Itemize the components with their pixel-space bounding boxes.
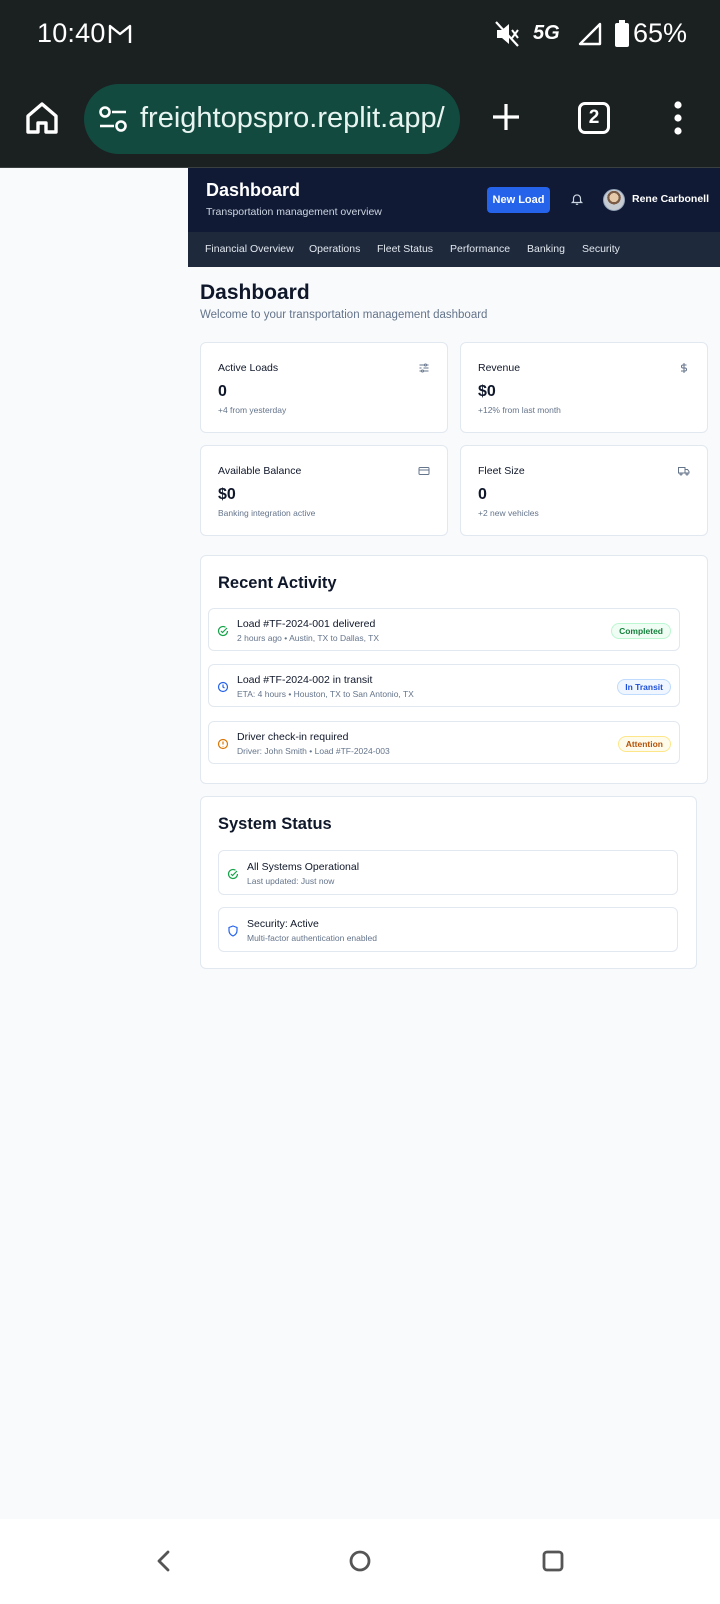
stat-note: +2 new vehicles [478,508,539,518]
stat-card-revenue: Revenue $0 +12% from last month [460,342,708,433]
stat-value: $0 [478,383,496,400]
mute-icon [494,20,520,53]
clock-icon [217,680,229,698]
status-badge: Attention [617,736,671,752]
battery-icon [614,20,630,53]
header-title: Dashboard [206,180,301,200]
nav-fleet-status[interactable]: Fleet Status [377,243,433,255]
status-title: All Systems Operational [247,861,360,873]
sidebar-area [0,168,188,1519]
signal-icon [578,22,602,51]
url-text[interactable]: freightopspro.replit.app/ [140,102,445,135]
check-circle-icon [227,867,239,885]
status-item: All Systems Operational Last updated: Ju… [218,850,678,895]
app-header: Dashboard Transportation management over… [188,168,720,232]
stat-note: Banking integration active [218,508,316,518]
stat-card-available-balance: Available Balance $0 Banking integration… [200,445,448,536]
header-subtitle: Transportation management overview [206,206,382,218]
dollar-icon [678,361,690,379]
back-icon[interactable] [152,1549,176,1578]
stat-label: Available Balance [218,465,302,477]
stat-card-fleet-size: Fleet Size 0 +2 new vehicles [460,445,708,536]
activity-item[interactable]: Load #TF-2024-002 in transit ETA: 4 hour… [208,664,680,707]
stat-label: Revenue [478,362,521,374]
status-badge: In Transit [617,679,671,695]
activity-detail: 2 hours ago • Austin, TX to Dallas, TX [237,633,380,643]
activity-item[interactable]: Load #TF-2024-001 delivered 2 hours ago … [208,608,680,651]
stat-value: $0 [218,486,236,503]
user-name[interactable]: Rene Carbonell [632,193,709,205]
home-icon[interactable] [22,98,62,143]
activity-detail: Driver: John Smith • Load #TF-2024-003 [237,746,390,756]
nav-banking[interactable]: Banking [527,243,565,255]
sliders-icon [418,361,430,379]
android-nav-bar [0,1519,720,1604]
activity-title: Load #TF-2024-002 in transit [237,674,373,686]
gmail-icon [108,22,132,51]
status-item: Security: Active Multi-factor authentica… [218,907,678,952]
battery-percent: 65% [633,18,688,48]
status-detail: Last updated: Just now [247,876,335,886]
activity-item[interactable]: Driver check-in required Driver: John Sm… [208,721,680,764]
stat-note: +4 from yesterday [218,405,287,415]
network-type: 5G [533,22,560,44]
browser-toolbar: freightopspro.replit.app/ 2 [0,70,720,168]
new-tab-icon[interactable] [490,101,522,138]
nav-performance[interactable]: Performance [450,243,510,255]
activity-title: Load #TF-2024-001 delivered [237,618,376,630]
stat-card-active-loads: Active Loads 0 +4 from yesterday [200,342,448,433]
address-bar[interactable]: freightopspro.replit.app/ [84,84,460,154]
shield-icon [227,924,239,942]
clock: 10:40 [37,18,106,48]
truck-icon [678,464,690,482]
alert-circle-icon [217,737,229,755]
page-title: Dashboard [200,281,310,304]
check-circle-icon [217,624,229,642]
new-load-button[interactable]: New Load [487,187,550,213]
credit-card-icon [418,464,430,482]
activity-detail: ETA: 4 hours • Houston, TX to San Antoni… [237,689,414,699]
home-circle-icon[interactable] [348,1549,372,1578]
section-nav: Financial Overview Operations Fleet Stat… [188,232,720,267]
system-status-card: System Status All Systems Operational La… [200,796,697,969]
status-badge: Completed [611,623,671,639]
stat-label: Fleet Size [478,465,525,477]
status-detail: Multi-factor authentication enabled [247,933,377,943]
tab-switcher-button[interactable]: 2 [578,102,610,134]
nav-security[interactable]: Security [582,243,620,255]
recent-activity-card: Recent Activity Load #TF-2024-001 delive… [200,555,708,784]
stat-note: +12% from last month [478,405,561,415]
stat-value: 0 [478,486,487,503]
more-menu-icon[interactable] [672,100,684,141]
stat-value: 0 [218,383,227,400]
recents-icon[interactable] [541,1549,565,1578]
nav-operations[interactable]: Operations [309,243,360,255]
web-app: Dashboard Transportation management over… [0,168,720,1519]
bell-icon[interactable] [570,192,584,211]
recent-activity-title: Recent Activity [218,574,337,592]
system-status-title: System Status [218,815,332,833]
site-settings-icon[interactable] [98,105,128,138]
avatar[interactable] [603,189,625,211]
page-subtitle: Welcome to your transportation managemen… [200,309,488,321]
status-title: Security: Active [247,918,319,930]
stat-label: Active Loads [218,362,279,374]
status-bar: 10:40 5G 65% [0,0,720,70]
activity-title: Driver check-in required [237,731,349,743]
nav-financial-overview[interactable]: Financial Overview [205,243,294,255]
